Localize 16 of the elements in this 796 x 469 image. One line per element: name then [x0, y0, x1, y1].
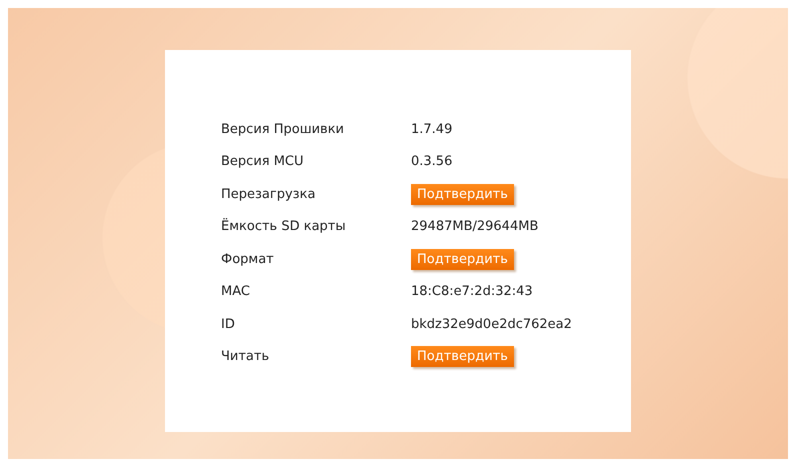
- confirm-button[interactable]: Подтвердить: [411, 184, 514, 205]
- setting-label: ID: [221, 316, 236, 332]
- setting-label: MAC: [221, 284, 251, 300]
- setting-label: Читать: [221, 349, 270, 364]
- confirm-button[interactable]: Подтвердить: [411, 248, 514, 270]
- setting-label: Формат: [221, 252, 275, 267]
- setting-value: 1.7.49: [411, 122, 452, 137]
- setting-label: Версия MCU: [221, 154, 305, 170]
- setting-label: Ёмкость SD карты: [221, 219, 347, 234]
- setting-label: Перезагрузка: [221, 186, 316, 202]
- setting-value: 18:C8:e7:2d:32:43: [411, 284, 533, 300]
- setting-value: 29487MB/29644MB: [411, 219, 538, 234]
- setting-value: bkdz32e9d0e2dc762ea2: [411, 316, 572, 332]
- confirm-button[interactable]: Подтвердить: [411, 346, 514, 368]
- setting-label: Версия Прошивки: [221, 122, 346, 137]
- setting-value: 0.3.56: [411, 154, 452, 170]
